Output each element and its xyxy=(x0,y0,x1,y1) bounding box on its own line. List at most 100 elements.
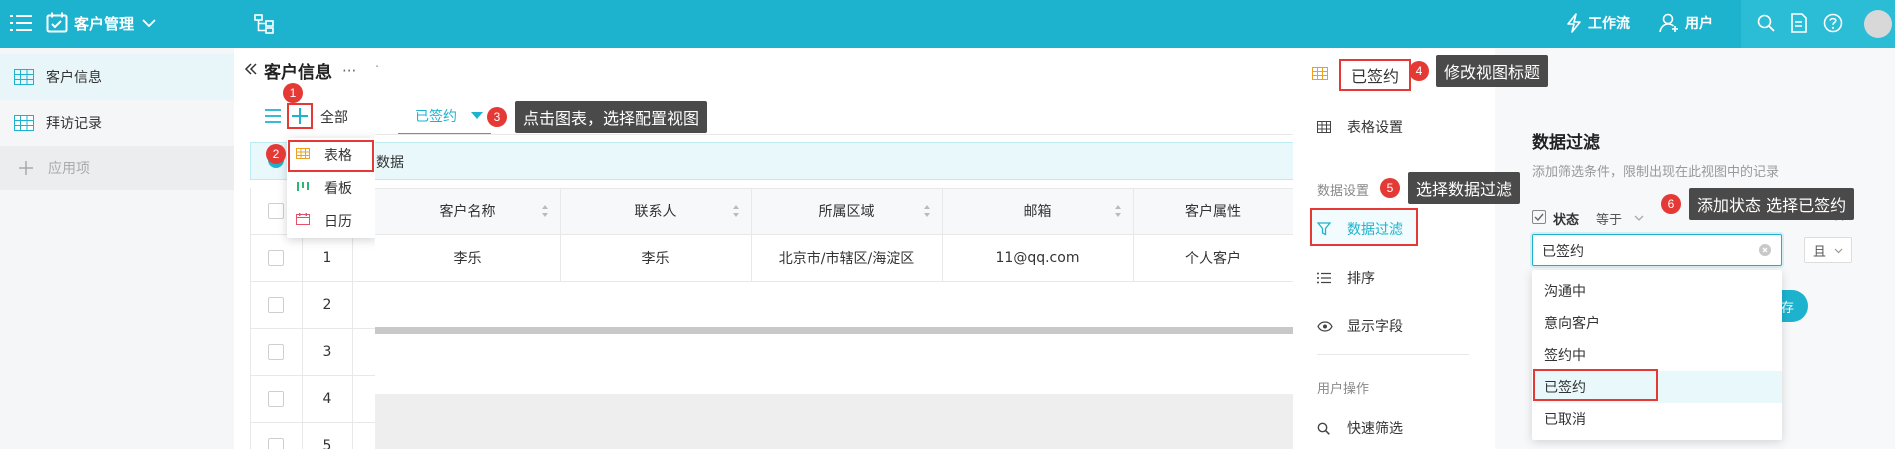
annotation-tip-4: 修改视图标题 xyxy=(1436,55,1549,87)
row-checkbox[interactable] xyxy=(268,250,284,266)
operator-select[interactable]: 等于 xyxy=(1596,209,1644,228)
nav-display-fields[interactable]: 显示字段 xyxy=(1317,316,1403,336)
table-icon xyxy=(1312,67,1328,84)
logic-select[interactable]: 且 xyxy=(1804,237,1852,263)
column-header-region[interactable]: 所属区域 xyxy=(751,188,942,234)
help-icon[interactable] xyxy=(1823,13,1843,33)
highlight-add-view xyxy=(287,103,313,129)
filter-title: 数据过滤 xyxy=(1532,133,1600,153)
calendar-icon xyxy=(296,213,310,229)
annotation-badge-2: 2 xyxy=(266,144,286,164)
divider xyxy=(375,134,1293,135)
sidebar: 客户信息 拜访记录 应用项 xyxy=(0,48,234,449)
column-header-email[interactable]: 邮箱 xyxy=(942,188,1133,234)
annotation-badge-4: 4 xyxy=(1409,61,1429,81)
operator-label: 等于 xyxy=(1596,213,1623,228)
clear-icon[interactable] xyxy=(1759,244,1771,256)
workflow-button[interactable]: 工作流 xyxy=(1566,13,1630,33)
column-header-attribute[interactable]: 客户属性 xyxy=(1133,188,1293,234)
document-icon[interactable] xyxy=(1790,13,1808,33)
page-header: 客户信息 ··· xyxy=(244,58,356,83)
column-header-label: 所属区域 xyxy=(818,204,875,220)
condition-checkbox[interactable] xyxy=(1532,210,1546,224)
search-icon xyxy=(1317,422,1335,435)
sort-icon[interactable] xyxy=(732,204,740,222)
option-intent-customer[interactable]: 意向客户 xyxy=(1534,307,1782,339)
sort-icon[interactable] xyxy=(1114,204,1122,222)
horizontal-scrollbar[interactable] xyxy=(375,327,1293,334)
table-cell: 北京市/市辖区/海淀区 xyxy=(778,251,915,267)
divider xyxy=(1317,354,1469,355)
top-bar: 客户管理 工作流 用户 xyxy=(0,0,1895,48)
menu-item-label: 看板 xyxy=(324,181,352,197)
menu-icon[interactable] xyxy=(10,13,32,33)
sidebar-item-customer-info[interactable]: 客户信息 xyxy=(0,54,234,100)
sidebar-item-visit-records[interactable]: 拜访记录 xyxy=(0,100,234,146)
highlight-signed-option xyxy=(1533,369,1658,401)
table-cell: 11@qq.com xyxy=(995,250,1080,266)
column-header-customer-name[interactable]: 客户名称 xyxy=(375,188,560,234)
table-cell: 个人客户 xyxy=(1185,251,1241,267)
user-icon xyxy=(1659,13,1679,33)
modal-footer-area xyxy=(375,334,1293,394)
annotation-badge-3: 3 xyxy=(487,107,507,127)
chevron-down-icon xyxy=(1834,243,1843,258)
all-views-label[interactable]: 全部 xyxy=(320,107,348,127)
chevron-down-icon xyxy=(1634,211,1644,226)
view-tab[interactable]: 已签约 xyxy=(415,106,483,126)
save-button-label: 存 xyxy=(1780,300,1794,316)
option-communicating[interactable]: 沟通中 xyxy=(1534,275,1782,307)
collapse-icon[interactable] xyxy=(244,62,258,80)
menu-item-label: 日历 xyxy=(324,214,352,230)
sidebar-item-label: 拜访记录 xyxy=(46,116,102,132)
app-switcher[interactable]: 客户管理 xyxy=(46,12,156,34)
search-icon[interactable] xyxy=(1757,14,1775,32)
option-cancelled[interactable]: 已取消 xyxy=(1534,403,1782,435)
highlight-table-option xyxy=(288,140,374,172)
avatar[interactable] xyxy=(1864,10,1892,38)
nav-quick-filter[interactable]: 快速筛选 xyxy=(1317,418,1403,438)
row-number: 3 xyxy=(322,343,332,360)
select-all-checkbox[interactable] xyxy=(268,203,284,219)
row-number: 4 xyxy=(322,390,332,407)
section-data-settings: 数据设置 xyxy=(1317,184,1370,199)
column-header-contact[interactable]: 联系人 xyxy=(560,188,751,234)
page-title: 客户信息 xyxy=(264,63,332,83)
list-icon xyxy=(1317,272,1335,284)
user-button[interactable]: 用户 xyxy=(1659,13,1713,33)
caret-down-icon xyxy=(471,108,483,124)
sort-icon[interactable] xyxy=(923,204,931,222)
divider xyxy=(375,281,1293,282)
annotation-tip-3: 点击图表，选择配置视图 xyxy=(515,101,708,133)
table-cell: 李乐 xyxy=(453,251,482,267)
annotation-badge-5: 5 xyxy=(1380,178,1400,198)
option-signing[interactable]: 签约中 xyxy=(1534,339,1782,371)
more-menu[interactable]: ··· xyxy=(342,62,356,80)
list-icon[interactable] xyxy=(264,108,282,128)
plus-icon xyxy=(18,160,34,176)
row-number: 2 xyxy=(322,296,332,313)
kanban-icon xyxy=(296,180,310,196)
lightning-icon xyxy=(1566,13,1582,33)
column-header-label: 客户属性 xyxy=(1185,204,1241,220)
sidebar-item-add-app[interactable]: 应用项 xyxy=(0,146,234,190)
nav-sort[interactable]: 排序 xyxy=(1317,268,1375,288)
notice-text: 数据 xyxy=(376,155,404,171)
row-checkbox[interactable] xyxy=(268,344,284,360)
column-header-label: 邮箱 xyxy=(1023,204,1052,220)
row-checkbox[interactable] xyxy=(268,297,284,313)
table-icon xyxy=(14,115,34,131)
menu-item-calendar[interactable]: 日历 xyxy=(296,211,352,231)
nav-table-settings[interactable]: 表格设置 xyxy=(1317,117,1403,137)
row-checkbox[interactable] xyxy=(268,438,284,449)
logic-label: 且 xyxy=(1813,244,1827,260)
column-header-label: 客户名称 xyxy=(439,204,496,220)
sitemap-icon[interactable] xyxy=(254,14,274,34)
workflow-label: 工作流 xyxy=(1588,16,1630,32)
menu-item-kanban[interactable]: 看板 xyxy=(296,178,352,198)
table-icon xyxy=(14,69,34,85)
eye-icon xyxy=(1317,320,1335,332)
sort-icon[interactable] xyxy=(541,204,549,222)
row-checkbox[interactable] xyxy=(268,391,284,407)
annotation-tip-6: 添加状态 选择已签约 xyxy=(1689,188,1855,220)
